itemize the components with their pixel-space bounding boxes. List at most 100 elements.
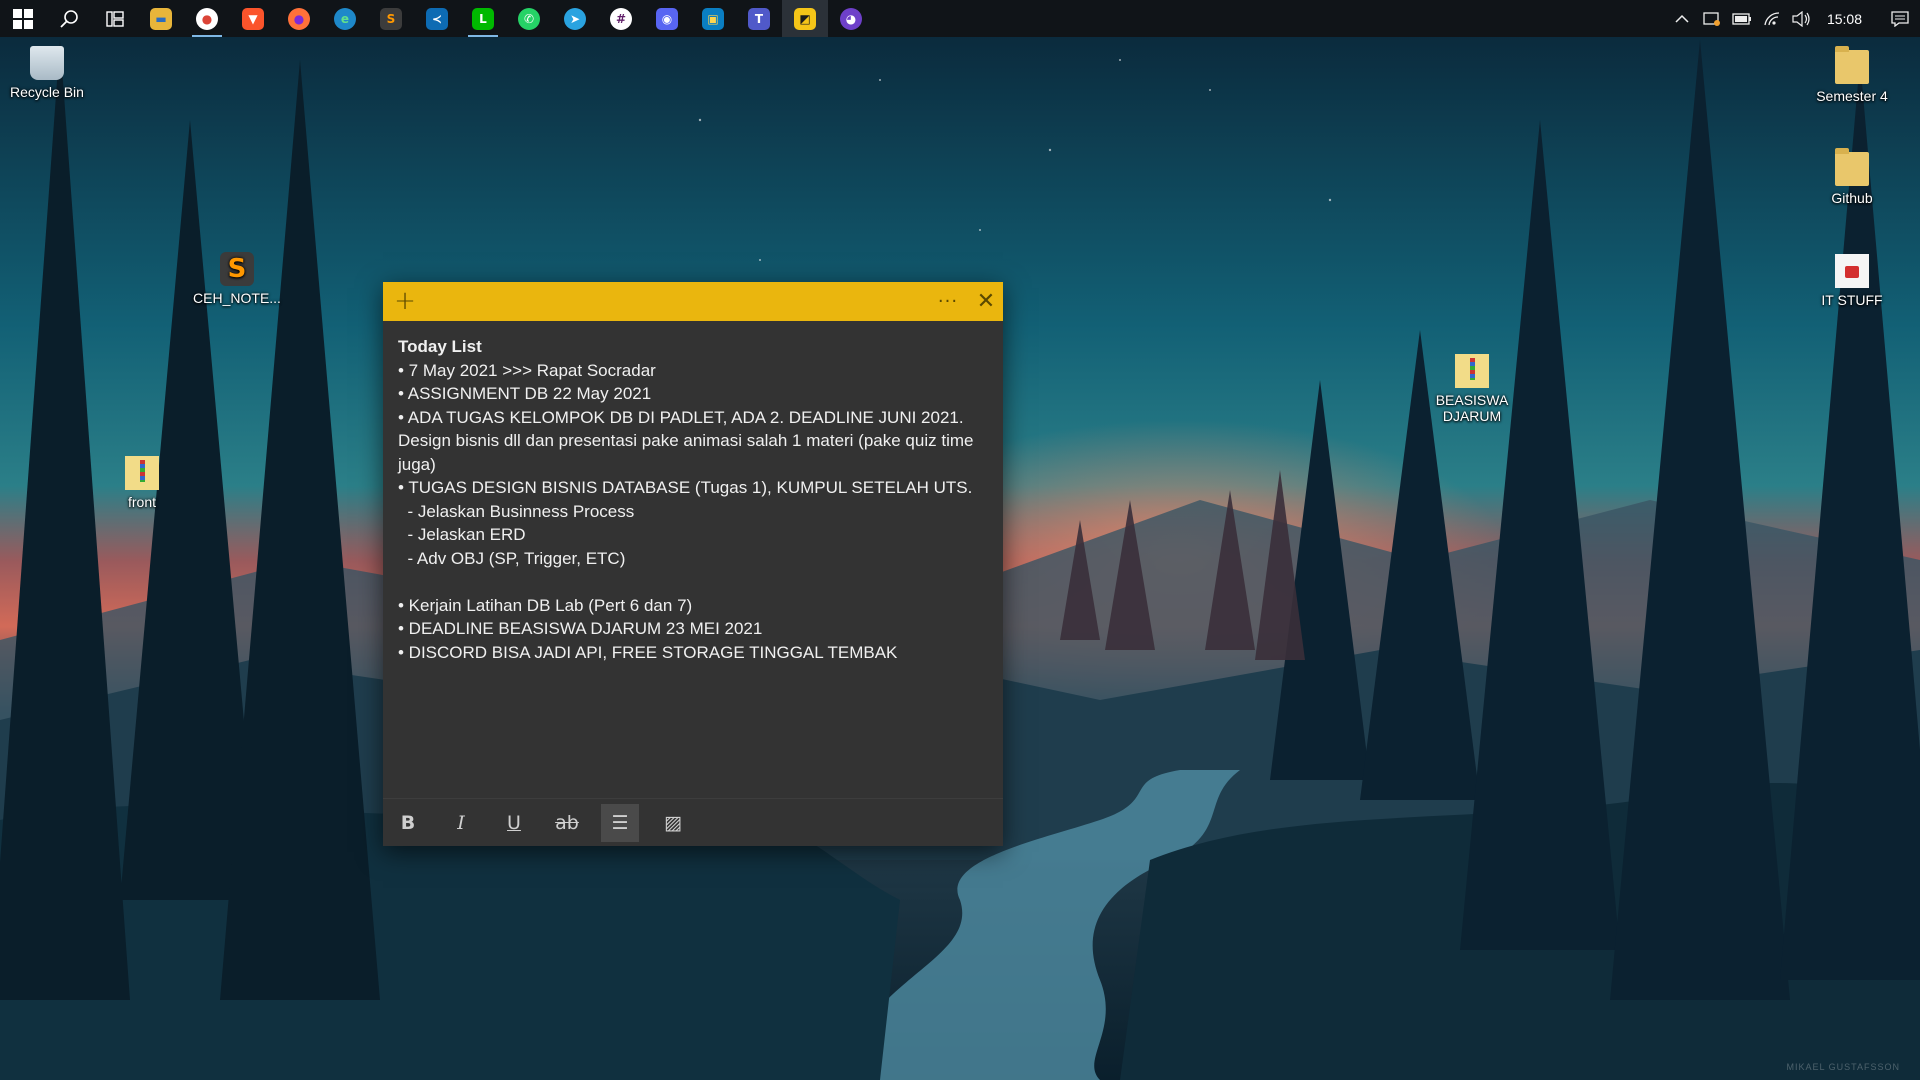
- battery-icon: [1732, 12, 1751, 25]
- taskbar-telegram[interactable]: ➤: [552, 0, 598, 37]
- note-line: - Adv OBJ (SP, Trigger, ETC): [398, 548, 626, 568]
- strikethrough-button[interactable]: ab: [548, 804, 586, 842]
- edge-icon: e: [334, 7, 356, 30]
- taskbar-snip-sketch[interactable]: ▣: [690, 0, 736, 37]
- firefox-icon: ●: [288, 7, 310, 30]
- italic-button[interactable]: I: [442, 804, 480, 842]
- desktop-icon-it-stuff[interactable]: IT STUFF: [1807, 254, 1897, 308]
- taskbar-sticky-notes[interactable]: ◩: [782, 0, 828, 37]
- tray-wifi-button[interactable]: [1757, 0, 1787, 37]
- chevron-up-icon: [1675, 14, 1689, 23]
- zip-archive-icon: [125, 456, 159, 490]
- desktop-icon-front[interactable]: front: [97, 456, 187, 510]
- chrome-icon: ●: [196, 7, 218, 30]
- file-explorer-icon: ▬: [150, 7, 172, 30]
- bullet-list-button[interactable]: ☰: [601, 803, 639, 842]
- desktop-icon-label: Github: [1831, 190, 1873, 206]
- start-button[interactable]: [0, 0, 46, 37]
- sublime-file-icon: [220, 252, 254, 286]
- tray-volume-button[interactable]: [1787, 0, 1817, 37]
- desktop-icon-label: IT STUFF: [1821, 292, 1883, 308]
- note-line: Design bisnis dll dan presentasi pake an…: [398, 431, 974, 450]
- brave-icon: ▼: [242, 7, 264, 30]
- note-line: [398, 570, 989, 594]
- desktop-icon-github[interactable]: Github: [1807, 148, 1897, 206]
- close-note-button[interactable]: ✕: [971, 286, 1001, 316]
- search-icon: [60, 9, 78, 28]
- folder-icon: [1835, 46, 1869, 84]
- recycle-bin-icon: [30, 46, 64, 80]
- search-button[interactable]: [46, 0, 92, 37]
- note-line: • DISCORD BISA JADI API, FREE STORAGE TI…: [398, 642, 898, 662]
- taskbar-chrome[interactable]: ●: [184, 0, 230, 37]
- whatsapp-icon: ✆: [518, 7, 540, 30]
- taskbar-teams[interactable]: T: [736, 0, 782, 37]
- folder-icon: [1835, 148, 1869, 186]
- note-title-bar[interactable]: + ··· ✕: [383, 282, 1003, 321]
- slack-icon: #: [610, 7, 632, 30]
- formatting-toolbar: B I U ab ☰ ▨: [383, 798, 1003, 846]
- note-title: Today List: [398, 337, 482, 356]
- desktop-icon-label: BEASISWA DJARUM: [1435, 392, 1509, 424]
- wallpaper-credit: MIKAEL GUSTAFSSON: [1786, 1062, 1900, 1072]
- system-tray: 15:08: [1667, 0, 1920, 37]
- taskbar-vscode[interactable]: ≺: [414, 0, 460, 37]
- taskbar-firefox[interactable]: ●: [276, 0, 322, 37]
- taskbar-line[interactable]: L: [460, 0, 506, 37]
- wifi-icon: [1764, 11, 1779, 25]
- line-icon: L: [472, 7, 494, 30]
- note-line: • ASSIGNMENT DB 22 May 2021: [398, 384, 652, 403]
- add-image-button[interactable]: ▨: [654, 804, 692, 842]
- zip-archive-icon: [1455, 354, 1489, 388]
- task-view-button[interactable]: [92, 0, 138, 37]
- show-hidden-icons-button[interactable]: [1667, 0, 1697, 37]
- new-note-button[interactable]: +: [390, 286, 420, 316]
- bold-button[interactable]: B: [389, 804, 427, 842]
- sticky-notes-icon: ◩: [794, 7, 816, 30]
- note-line: - Jelaskan ERD: [398, 525, 526, 544]
- sublime-text-icon: S: [380, 7, 402, 30]
- taskbar-brave[interactable]: ▼: [230, 0, 276, 37]
- task-view-icon: [106, 10, 124, 27]
- tray-security-button[interactable]: [1697, 0, 1727, 37]
- menu-button[interactable]: ···: [933, 286, 963, 316]
- taskbar-whatsapp[interactable]: ✆: [506, 0, 552, 37]
- vscode-icon: ≺: [426, 7, 448, 30]
- note-line: • TUGAS DESIGN BISNIS DATABASE (Tugas 1)…: [398, 478, 973, 497]
- note-line: - Jelaskan Businness Process: [398, 501, 635, 521]
- desktop-icon-recycle-bin[interactable]: Recycle Bin: [2, 46, 92, 100]
- github-desktop-icon: ◕: [840, 7, 862, 30]
- desktop-icon-beasiswa-djarum[interactable]: BEASISWA DJARUM: [1427, 354, 1517, 424]
- taskbar-edge[interactable]: e: [322, 0, 368, 37]
- desktop-icon-label: Recycle Bin: [10, 84, 84, 100]
- security-icon: [1703, 11, 1720, 26]
- underline-button[interactable]: U: [495, 804, 533, 842]
- taskbar: ▬ ● ▼ ● e S ≺ L ✆ ➤ # ◉ ▣ T ◩ ◕ 15:08: [0, 0, 1920, 37]
- discord-icon: ◉: [656, 7, 678, 30]
- taskbar-slack[interactable]: #: [598, 0, 644, 37]
- desktop-icon-label: front: [127, 494, 156, 510]
- action-center-button[interactable]: [1880, 10, 1920, 27]
- note-line: • ADA TUGAS KELOMPOK DB DI PADLET, ADA 2…: [398, 407, 964, 427]
- windows-logo-icon: [13, 8, 33, 29]
- taskbar-file-explorer[interactable]: ▬: [138, 0, 184, 37]
- taskbar-discord[interactable]: ◉: [644, 0, 690, 37]
- notification-icon: [1891, 10, 1909, 27]
- desktop-icon-ceh-note[interactable]: CEH_NOTE...: [192, 252, 282, 306]
- taskbar-github-desktop[interactable]: ◕: [828, 0, 874, 37]
- sticky-note-window: + ··· ✕ Today List • 7 May 2021 >>> Rapa…: [383, 282, 1003, 846]
- desktop-icon-label: CEH_NOTE...: [193, 290, 281, 306]
- note-line: • Kerjain Latihan DB Lab (Pert 6 dan 7): [398, 595, 693, 615]
- taskbar-sublime[interactable]: S: [368, 0, 414, 37]
- telegram-icon: ➤: [564, 7, 586, 30]
- desktop-icon-label: Semester 4: [1816, 88, 1888, 104]
- desktop-icon-semester-4[interactable]: Semester 4: [1807, 46, 1897, 104]
- pdf-file-icon: [1835, 254, 1869, 288]
- tray-battery-button[interactable]: [1727, 0, 1757, 37]
- teams-icon: T: [748, 7, 770, 30]
- note-line: juga): [398, 454, 436, 474]
- snip-sketch-icon: ▣: [702, 7, 724, 30]
- taskbar-clock[interactable]: 15:08: [1817, 11, 1880, 27]
- note-content[interactable]: Today List • 7 May 2021 >>> Rapat Socrad…: [383, 321, 1003, 664]
- note-line: • 7 May 2021 >>> Rapat Socradar: [398, 360, 656, 380]
